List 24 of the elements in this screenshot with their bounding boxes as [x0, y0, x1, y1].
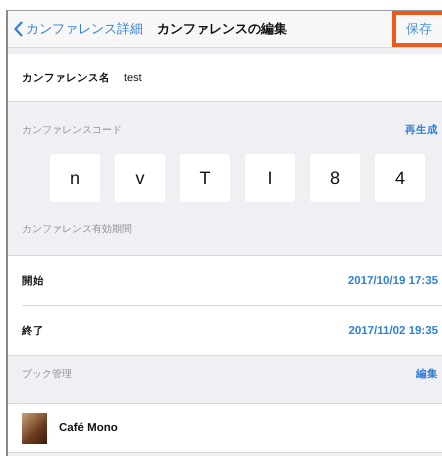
section-header: ブック管理	[22, 368, 72, 380]
save-button[interactable]: 保存	[392, 11, 442, 47]
code-character: n	[50, 154, 100, 202]
regenerate-link[interactable]: 再生成	[405, 123, 438, 137]
book-title: Café Mono	[59, 422, 118, 434]
back-link[interactable]: カンファレンス詳細	[8, 20, 143, 38]
section-header: カンファレンス有効期間	[22, 222, 132, 236]
code-character: 8	[310, 154, 360, 202]
code-character: I	[245, 154, 295, 202]
edit-link[interactable]: 編集	[416, 366, 438, 380]
row-label: 終了	[22, 324, 44, 338]
row-label: 開始	[22, 274, 44, 288]
section-header: カンファレンスコード	[22, 124, 122, 137]
field-label: カンファレンス名	[22, 70, 110, 84]
screen-title: カンファレンスの編集	[157, 20, 287, 38]
name-value: test	[124, 72, 142, 84]
photo-placeholder	[22, 412, 47, 444]
code-character: T	[180, 154, 230, 202]
date-value[interactable]: 2017/10/19 17:35	[348, 274, 438, 286]
code-character: 4	[375, 154, 425, 202]
book-row[interactable]: Café Mono	[8, 404, 442, 452]
code-character: v	[115, 154, 165, 202]
date-value[interactable]: 2017/11/02 19:35	[348, 324, 438, 336]
chevron-left-icon	[14, 21, 23, 37]
